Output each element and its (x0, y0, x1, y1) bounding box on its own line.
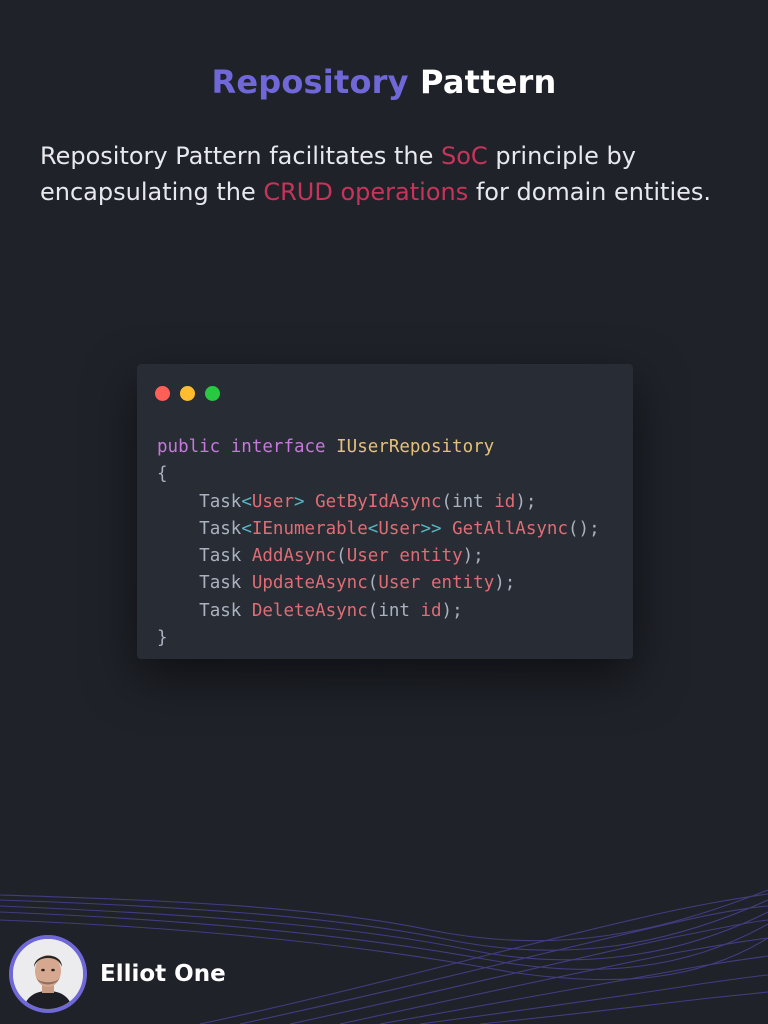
code-generic: User (251, 491, 295, 512)
code-punct: { (157, 464, 168, 485)
code-punct: < (241, 491, 252, 512)
code-param: id (494, 491, 516, 512)
code-method: AddAsync (251, 546, 337, 567)
code-punct: ); (462, 546, 484, 567)
decorative-waves (0, 889, 768, 1024)
code-param: entity (431, 573, 495, 594)
code-line: { (157, 461, 600, 488)
code-line: Task<User> GetByIdAsync(int id); (157, 489, 600, 516)
maximize-dot-icon (205, 386, 220, 401)
title-accent: Repository (211, 63, 409, 101)
code-punct: ); (494, 573, 516, 594)
code-type: Task (199, 573, 242, 594)
code-punct: ( (367, 573, 379, 594)
code-type: Task (199, 600, 242, 621)
code-type: Task (199, 518, 242, 539)
code-method: DeleteAsync (251, 600, 368, 621)
code-method: GetAllAsync (452, 518, 568, 539)
code-punct: > (294, 491, 305, 512)
code-punct: } (157, 628, 168, 649)
page-title: Repository Pattern (0, 60, 768, 104)
code-punct: < (367, 518, 379, 539)
code-method: UpdateAsync (251, 573, 368, 594)
code-type: Task (199, 546, 242, 567)
code-type: Task (199, 491, 242, 512)
code-line: public interface IUserRepository (157, 434, 600, 461)
code-type: User (378, 573, 421, 594)
close-dot-icon (155, 386, 170, 401)
window-controls (155, 386, 220, 401)
code-punct: ( (336, 546, 347, 567)
author-avatar (9, 935, 87, 1013)
code-param: entity (399, 546, 463, 567)
code-type: int (378, 600, 410, 621)
title-rest: Pattern (420, 63, 557, 101)
code-punct: ( (367, 600, 379, 621)
code-line: Task DeleteAsync(int id); (157, 598, 600, 625)
code-line: } (157, 625, 600, 652)
code-type: int (452, 491, 484, 512)
code-keyword: interface (230, 437, 326, 457)
avatar-portrait-icon (13, 939, 83, 1009)
code-generic: IEnumerable (251, 518, 368, 539)
code-line: Task UpdateAsync(User entity); (157, 570, 600, 597)
description-part: for domain entities. (468, 178, 712, 206)
code-punct: >> (420, 518, 442, 539)
code-block: public interface IUserRepository{ Task<U… (157, 434, 600, 652)
description-part: Repository Pattern facilitates the (40, 142, 442, 170)
code-punct: ); (515, 491, 537, 512)
code-keyword: public (157, 437, 221, 457)
code-window: public interface IUserRepository{ Task<U… (137, 364, 633, 659)
code-interface-name: IUserRepository (336, 437, 495, 457)
code-punct: ); (441, 600, 463, 621)
code-punct: (); (568, 518, 600, 539)
code-line: Task AddAsync(User entity); (157, 543, 600, 570)
code-generic: User (378, 518, 421, 539)
code-type: User (346, 546, 389, 567)
code-method: GetByIdAsync (315, 491, 442, 512)
minimize-dot-icon (180, 386, 195, 401)
description-text: Repository Pattern facilitates the SoC p… (40, 138, 730, 210)
code-punct: < (241, 518, 252, 539)
description-highlight-soc: SoC (441, 142, 488, 170)
author-name: Elliot One (100, 961, 226, 987)
description-highlight-crud: CRUD operations (263, 178, 469, 206)
code-punct: ( (441, 491, 453, 512)
code-param: id (420, 600, 442, 621)
code-line: Task<IEnumerable<User>> GetAllAsync(); (157, 516, 600, 543)
